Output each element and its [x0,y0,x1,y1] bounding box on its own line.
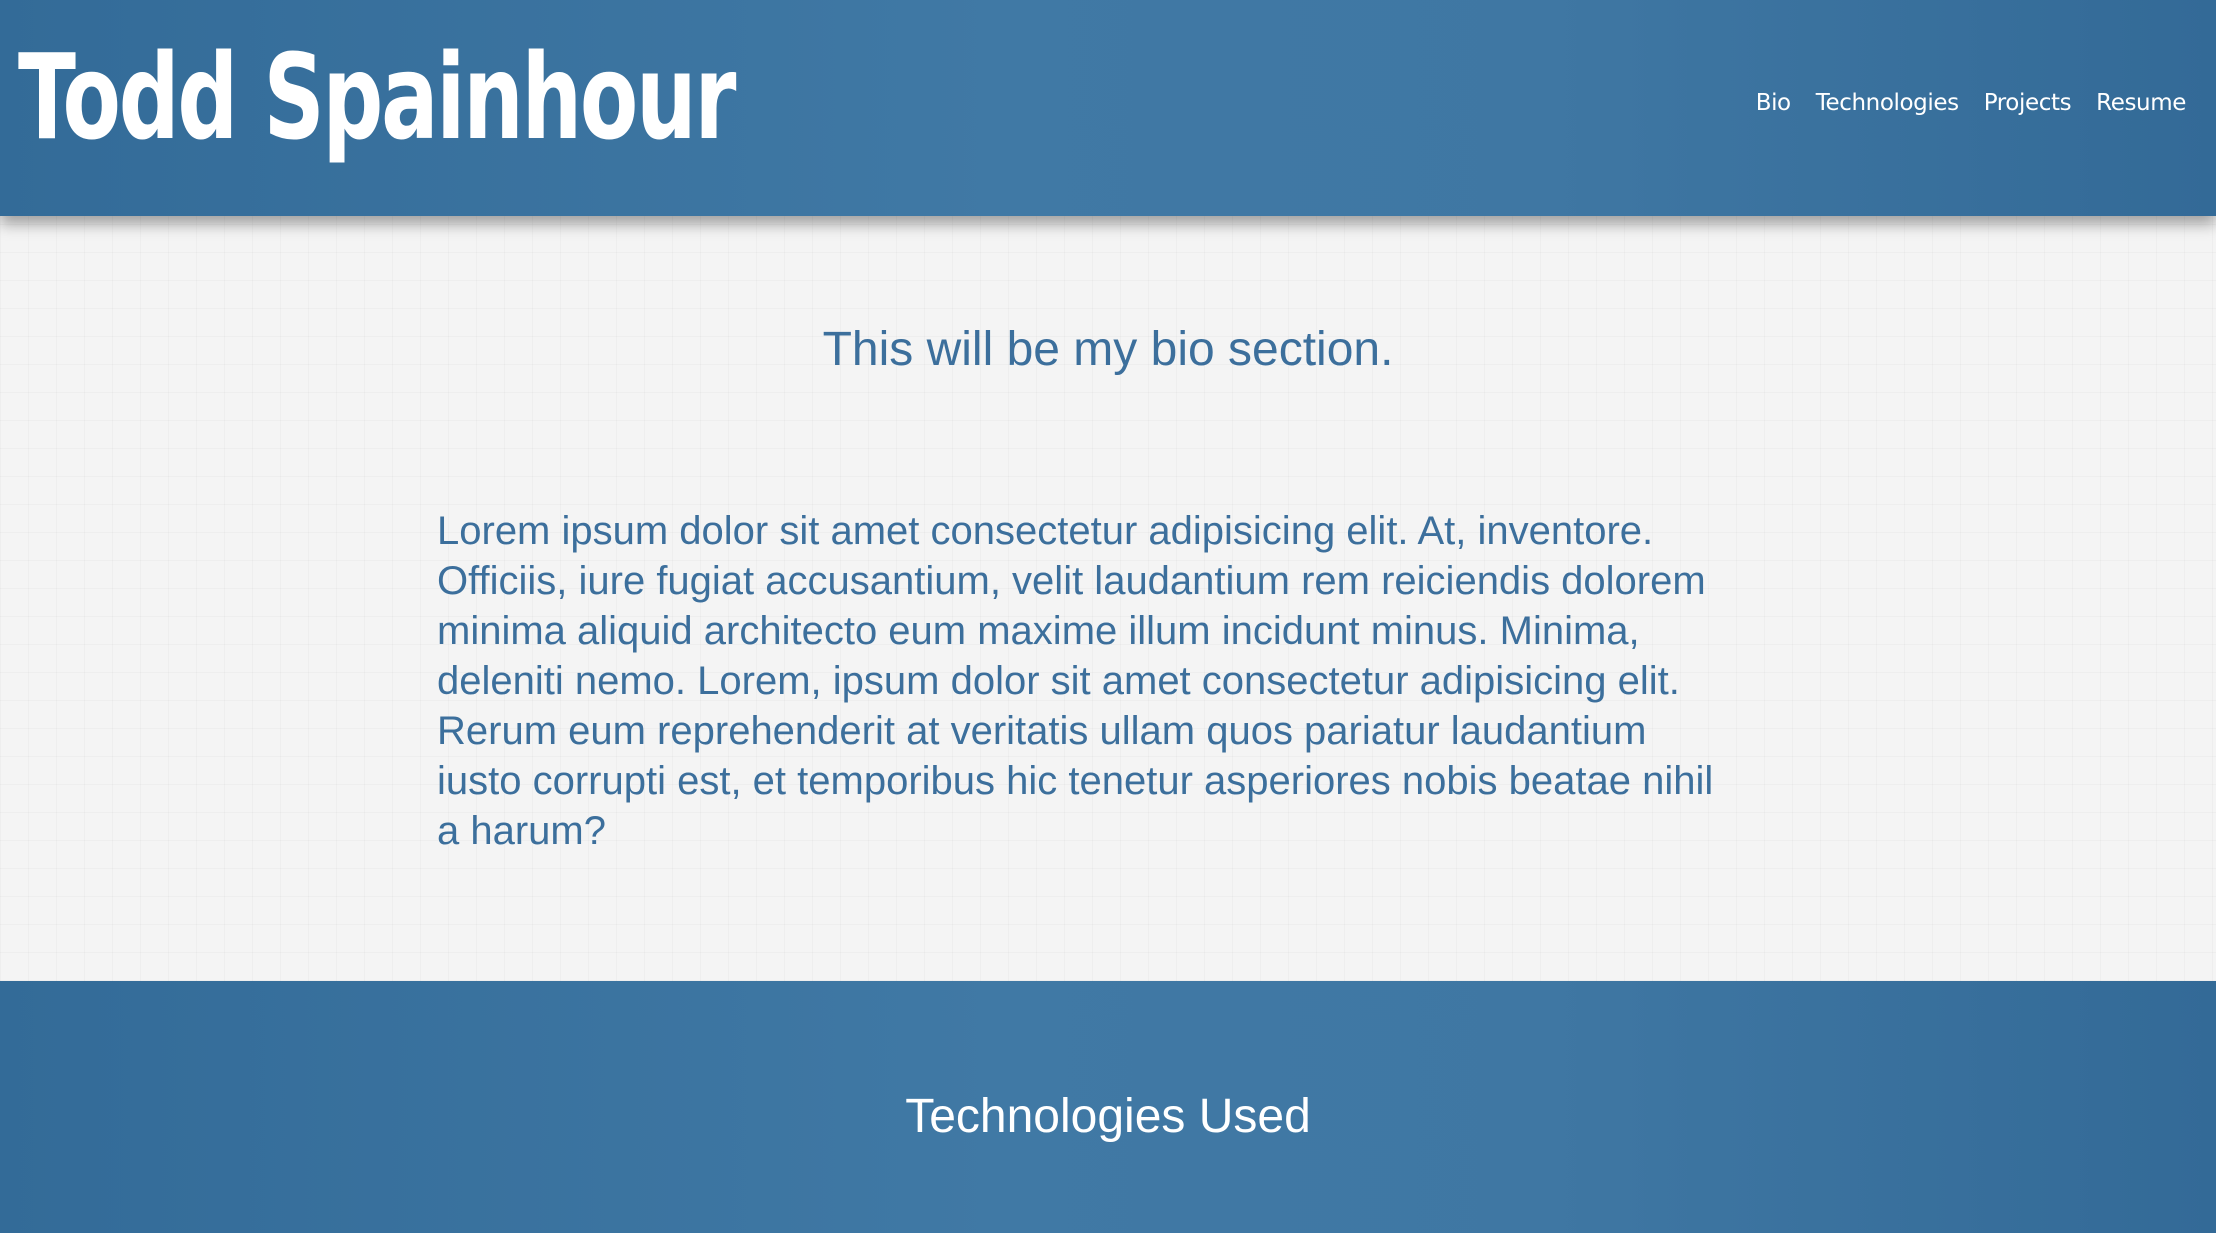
bio-heading: This will be my bio section. [822,323,1394,376]
bio-section: This will be my bio section. Lorem ipsum… [0,216,2216,981]
nav-link-resume[interactable]: Resume [2096,90,2186,116]
nav-link-bio[interactable]: Bio [1756,90,1791,116]
technologies-heading: Technologies Used [905,1090,1311,1143]
main-nav: Bio Technologies Projects Resume [1756,90,2187,116]
site-header: Todd Spainhour Bio Technologies Projects… [0,0,2216,216]
site-logo-title[interactable]: Todd Spainhour [18,38,736,156]
bio-paragraph: Lorem ipsum dolor sit amet consectetur a… [437,509,1714,853]
technologies-section: Technologies Used [0,981,2216,1233]
nav-link-projects[interactable]: Projects [1984,90,2072,116]
nav-link-technologies[interactable]: Technologies [1816,90,1959,116]
